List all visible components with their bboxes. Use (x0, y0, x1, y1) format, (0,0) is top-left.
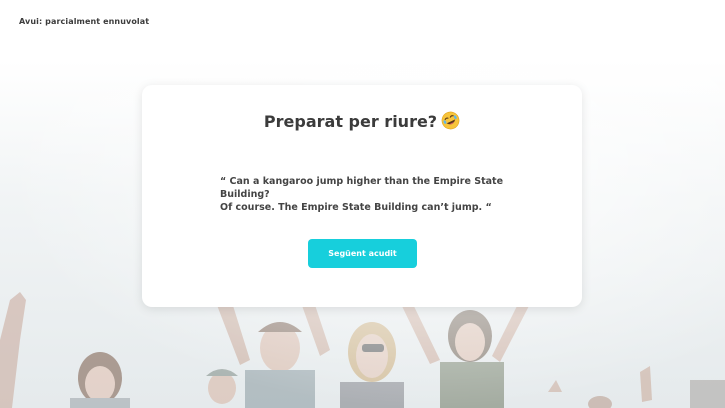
page-title: Preparat per riure? (263, 112, 438, 131)
joke-card: Preparat per riure? “ Can a kangaroo jum… (142, 85, 582, 307)
weather-status: Avui: parcialment ennuvolat (19, 17, 150, 26)
next-joke-button[interactable]: Següent acudit (308, 239, 417, 268)
joke-text: “ Can a kangaroo jump higher than the Em… (220, 175, 550, 214)
joke-line-2: Of course. The Empire State Building can… (220, 202, 492, 213)
rolling-on-floor-laughing-emoji-icon (441, 111, 460, 134)
card-title-row: Preparat per riure? (142, 111, 582, 134)
joke-line-1: “ Can a kangaroo jump higher than the Em… (220, 176, 504, 200)
